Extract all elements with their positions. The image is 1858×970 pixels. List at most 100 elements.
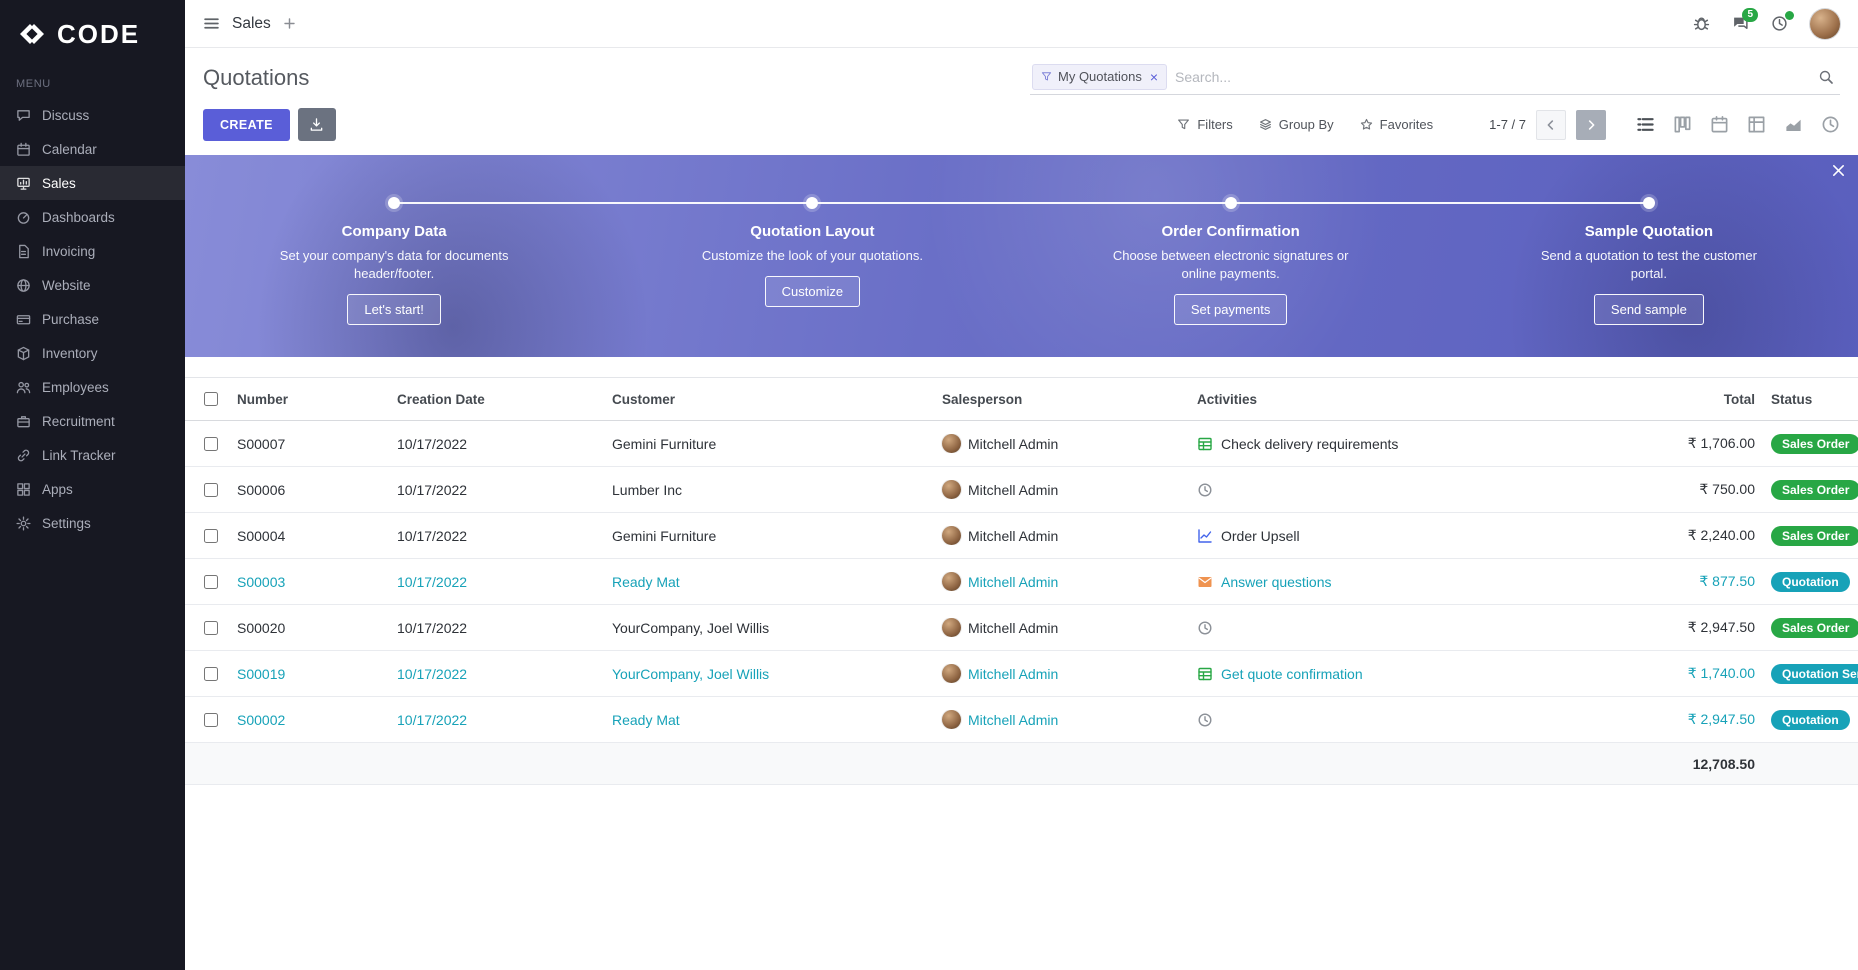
column-header-total[interactable]: Total bbox=[1613, 392, 1763, 407]
order-number[interactable]: S00006 bbox=[233, 482, 393, 498]
step-action-button[interactable]: Let's start! bbox=[347, 294, 441, 325]
list-view-button[interactable] bbox=[1636, 115, 1655, 134]
table-footer-row: 12,708.50 bbox=[185, 743, 1858, 785]
clock-icon[interactable] bbox=[1197, 620, 1213, 636]
clock-icon[interactable] bbox=[1197, 482, 1213, 498]
order-number[interactable]: S00003 bbox=[233, 574, 393, 590]
order-number[interactable]: S00002 bbox=[233, 712, 393, 728]
dashboards-icon bbox=[16, 210, 31, 225]
row-checkbox[interactable] bbox=[204, 575, 218, 589]
table-row[interactable]: S0000710/17/2022Gemini FurnitureMitchell… bbox=[185, 421, 1858, 467]
column-header-customer[interactable]: Customer bbox=[608, 392, 938, 407]
sidebar-item-settings[interactable]: Settings bbox=[0, 506, 185, 540]
table-row[interactable]: S0000410/17/2022Gemini FurnitureMitchell… bbox=[185, 513, 1858, 559]
row-checkbox[interactable] bbox=[204, 621, 218, 635]
sidebar-item-apps[interactable]: Apps bbox=[0, 472, 185, 506]
order-number[interactable]: S00019 bbox=[233, 666, 393, 682]
row-checkbox[interactable] bbox=[204, 437, 218, 451]
user-avatar[interactable] bbox=[1810, 9, 1840, 39]
activity-label[interactable]: Check delivery requirements bbox=[1221, 436, 1398, 452]
view-kanban-icon bbox=[1673, 115, 1692, 134]
search-options: Filters Group By Favorites bbox=[1177, 117, 1433, 132]
invoicing-icon bbox=[16, 244, 31, 259]
sidebar-item-website[interactable]: Website bbox=[0, 268, 185, 302]
tasks-icon[interactable] bbox=[1197, 666, 1213, 682]
envelope-icon[interactable] bbox=[1197, 574, 1213, 590]
search-facet[interactable]: My Quotations × bbox=[1032, 64, 1167, 90]
remove-facet-icon[interactable]: × bbox=[1150, 70, 1158, 84]
tasks-icon[interactable] bbox=[1197, 436, 1213, 452]
sidebar-item-sales[interactable]: Sales bbox=[0, 166, 185, 200]
sidebar-item-link-tracker[interactable]: Link Tracker bbox=[0, 438, 185, 472]
kanban-view-button[interactable] bbox=[1673, 115, 1692, 134]
current-app-name[interactable]: Sales bbox=[232, 15, 271, 33]
activity-label[interactable]: Answer questions bbox=[1221, 574, 1332, 590]
filters-label: Filters bbox=[1197, 117, 1232, 132]
sidebar-item-inventory[interactable]: Inventory bbox=[0, 336, 185, 370]
pager-previous-button[interactable] bbox=[1536, 110, 1566, 140]
customer-name: Gemini Furniture bbox=[608, 528, 938, 544]
favorites-button[interactable]: Favorites bbox=[1360, 117, 1433, 132]
activity-label[interactable]: Order Upsell bbox=[1221, 528, 1300, 544]
column-header-creation-date[interactable]: Creation Date bbox=[393, 392, 608, 407]
order-number[interactable]: S00020 bbox=[233, 620, 393, 636]
group-by-button[interactable]: Group By bbox=[1259, 117, 1334, 132]
column-header-status[interactable]: Status bbox=[1763, 392, 1858, 407]
table-row[interactable]: S0002010/17/2022YourCompany, Joel Willis… bbox=[185, 605, 1858, 651]
pager-next-button[interactable] bbox=[1576, 110, 1606, 140]
activity-view-button[interactable] bbox=[1821, 115, 1840, 134]
sidebar-item-label: Settings bbox=[42, 516, 91, 531]
row-checkbox[interactable] bbox=[204, 713, 218, 727]
row-checkbox[interactable] bbox=[204, 483, 218, 497]
banner-close-button[interactable] bbox=[1831, 163, 1846, 181]
sidebar-item-label: Link Tracker bbox=[42, 448, 116, 463]
app-logo[interactable]: CODE bbox=[0, 0, 185, 64]
create-button[interactable]: CREATE bbox=[203, 109, 290, 141]
step-action-button[interactable]: Customize bbox=[765, 276, 860, 307]
select-all-checkbox[interactable] bbox=[204, 392, 218, 406]
menu-icon[interactable] bbox=[203, 15, 220, 32]
sidebar-item-employees[interactable]: Employees bbox=[0, 370, 185, 404]
sidebar-item-discuss[interactable]: Discuss bbox=[0, 98, 185, 132]
order-number[interactable]: S00004 bbox=[233, 528, 393, 544]
search-bar[interactable]: My Quotations × bbox=[1030, 61, 1840, 95]
clock-icon[interactable] bbox=[1197, 712, 1213, 728]
row-checkbox[interactable] bbox=[204, 529, 218, 543]
search-input[interactable] bbox=[1175, 69, 1808, 85]
view-graph-icon bbox=[1784, 115, 1803, 134]
pivot-view-button[interactable] bbox=[1747, 115, 1766, 134]
sidebar-item-calendar[interactable]: Calendar bbox=[0, 132, 185, 166]
filters-button[interactable]: Filters bbox=[1177, 117, 1232, 132]
step-action-button[interactable]: Set payments bbox=[1174, 294, 1288, 325]
table-row[interactable]: S0000310/17/2022Ready MatMitchell AdminA… bbox=[185, 559, 1858, 605]
bug-icon[interactable] bbox=[1693, 15, 1710, 32]
column-header-number[interactable]: Number bbox=[233, 392, 393, 407]
employees-icon bbox=[16, 380, 31, 395]
row-checkbox[interactable] bbox=[204, 667, 218, 681]
column-header-salesperson[interactable]: Salesperson bbox=[938, 392, 1193, 407]
activity-label[interactable]: Get quote confirmation bbox=[1221, 666, 1363, 682]
activities-button[interactable] bbox=[1771, 15, 1788, 32]
export-button[interactable] bbox=[298, 108, 336, 141]
view-pivot-icon bbox=[1747, 115, 1766, 134]
sidebar-item-dashboards[interactable]: Dashboards bbox=[0, 200, 185, 234]
chevron-right-icon bbox=[1584, 118, 1598, 132]
step-action-button[interactable]: Send sample bbox=[1594, 294, 1704, 325]
activities-badge bbox=[1785, 11, 1794, 20]
sidebar-item-recruitment[interactable]: Recruitment bbox=[0, 404, 185, 438]
sidebar-item-purchase[interactable]: Purchase bbox=[0, 302, 185, 336]
chart-line-icon[interactable] bbox=[1197, 528, 1213, 544]
order-number[interactable]: S00007 bbox=[233, 436, 393, 452]
graph-view-button[interactable] bbox=[1784, 115, 1803, 134]
calendar-view-button[interactable] bbox=[1710, 115, 1729, 134]
plus-icon[interactable] bbox=[283, 17, 296, 30]
messages-button[interactable]: 5 bbox=[1732, 15, 1749, 32]
discuss-icon bbox=[16, 108, 31, 123]
column-header-activities[interactable]: Activities bbox=[1193, 392, 1613, 407]
customer-name: Gemini Furniture bbox=[608, 436, 938, 452]
search-icon[interactable] bbox=[1818, 69, 1834, 85]
table-row[interactable]: S0001910/17/2022YourCompany, Joel Willis… bbox=[185, 651, 1858, 697]
table-row[interactable]: S0000610/17/2022Lumber IncMitchell Admin… bbox=[185, 467, 1858, 513]
table-row[interactable]: S0000210/17/2022Ready MatMitchell Admin₹… bbox=[185, 697, 1858, 743]
sidebar-item-invoicing[interactable]: Invoicing bbox=[0, 234, 185, 268]
